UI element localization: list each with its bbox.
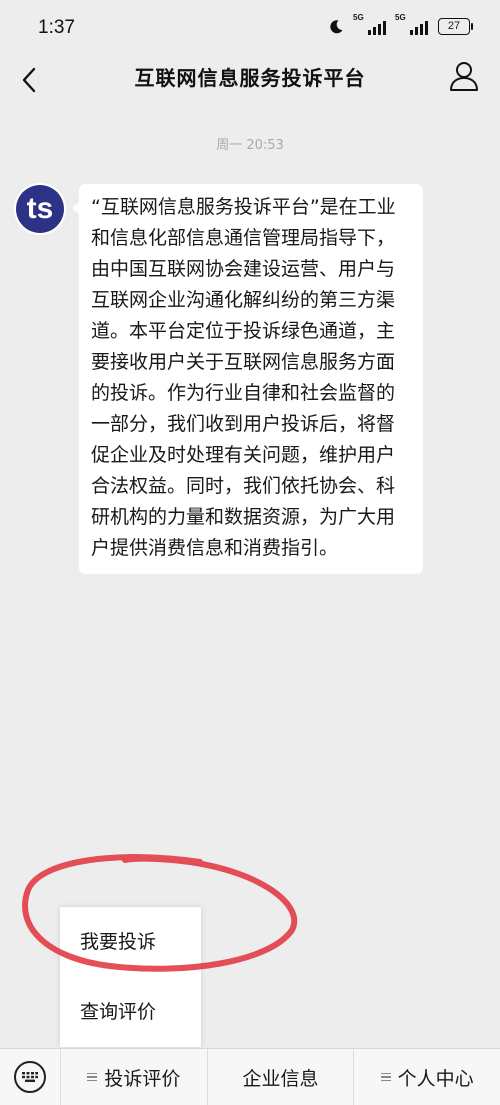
- message-timestamp: 周一 20:53: [216, 138, 284, 153]
- tab-company-info[interactable]: 企业信息: [208, 1049, 355, 1105]
- page-title: 互联网信息服务投诉平台: [134, 66, 366, 90]
- menu-lines-icon: [380, 1072, 391, 1082]
- tab-label: 投诉评价: [104, 1067, 181, 1090]
- tab-label: 个人中心: [397, 1067, 474, 1090]
- tab-complaint-rating[interactable]: 投诉评价: [61, 1049, 208, 1105]
- moon-icon: [330, 19, 343, 33]
- bottom-menu-bar: 投诉评价 企业信息 个人中心: [0, 1048, 500, 1105]
- message-bubble: “互联网信息服务投诉平台”是在工业和信息化部信息通信管理局指导下，由中国互联网协…: [72, 184, 423, 574]
- status-time: 1:37: [38, 17, 75, 38]
- menu-lines-icon: [87, 1072, 98, 1082]
- nav-bar: 互联网信息服务投诉平台: [0, 58, 500, 106]
- keyboard-icon: [14, 1061, 46, 1093]
- signal-icon: 5G: [353, 13, 386, 35]
- popup-menu: 我要投诉 查询评价: [60, 907, 201, 1047]
- signal-icon: 5G: [395, 13, 428, 35]
- menu-item-query-rating[interactable]: 查询评价: [60, 977, 201, 1047]
- profile-button[interactable]: [448, 60, 480, 94]
- battery-icon: 27: [438, 18, 473, 35]
- keyboard-toggle-button[interactable]: [0, 1049, 61, 1105]
- user-icon: [450, 62, 478, 91]
- tab-personal-center[interactable]: 个人中心: [354, 1049, 500, 1105]
- avatar-logo: ts: [16, 185, 64, 233]
- avatar[interactable]: ts: [14, 183, 66, 235]
- menu-item-file-complaint[interactable]: 我要投诉: [60, 907, 201, 977]
- status-icons: 5G 5G 27: [328, 13, 473, 35]
- status-bar: 1:37 5G 5G 27: [0, 0, 500, 58]
- tab-label: 企业信息: [242, 1067, 319, 1090]
